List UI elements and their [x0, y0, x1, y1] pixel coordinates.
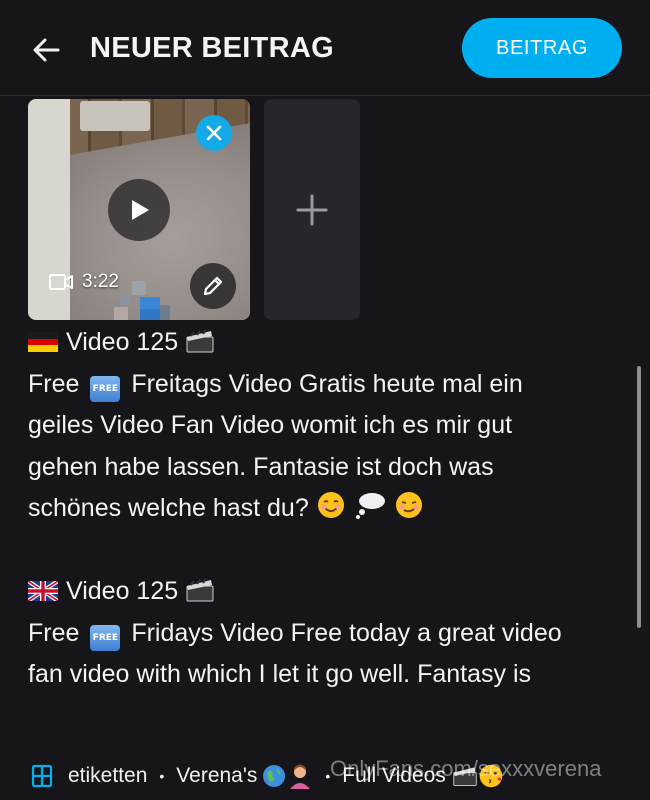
- top-bar: NEUER BEITRAG BEITRAG: [0, 0, 650, 96]
- watermark: OnlyFans.com/sexxxverena: [330, 756, 602, 781]
- plus-icon: [296, 194, 328, 225]
- remove-media-button[interactable]: [196, 115, 232, 151]
- separator-dot: •: [159, 768, 165, 784]
- play-icon: [132, 200, 149, 220]
- post-button[interactable]: BEITRAG: [462, 18, 622, 78]
- uk-flag-icon: [28, 581, 58, 601]
- page-title: NEUER BEITRAG: [90, 32, 334, 64]
- pixelation: [114, 307, 128, 320]
- post-line-5: schönes welche hast du?: [28, 494, 309, 522]
- pixelation: [132, 281, 146, 295]
- video-thumbnail[interactable]: 3:22: [28, 99, 250, 320]
- thumbnail-chair: [80, 101, 150, 131]
- edit-media-button[interactable]: [190, 263, 236, 309]
- text-line: Video 125: [28, 322, 608, 364]
- video-camera-icon: [49, 274, 73, 290]
- post-line-2a: Free: [28, 369, 80, 398]
- free-badge: FREE: [90, 624, 121, 651]
- free-badge: FREE: [90, 375, 121, 402]
- post-line-8b: Fridays Video Free today a great video: [131, 618, 562, 647]
- pixelation: [140, 297, 160, 309]
- text-line: schönes welche hast du?: [28, 488, 608, 530]
- post-line-1: Video 125: [66, 328, 179, 356]
- post-line-8a: Free: [28, 618, 80, 647]
- play-button[interactable]: [108, 179, 170, 241]
- tags-label[interactable]: etiketten: [68, 764, 147, 788]
- duration-text: 3:22: [82, 271, 119, 292]
- pencil-icon: [203, 276, 223, 296]
- post-text-input[interactable]: Video 125 Free FREE Freitags Video Grati…: [28, 322, 608, 720]
- post-line-4: gehen habe lassen. Fantasie ist doch was: [28, 452, 494, 481]
- app-screen: NEUER BEITRAG BEITRAG 3:22 Video 125 Fre…: [0, 0, 650, 800]
- text-line: Free FREE Fridays Video Free today a gre…: [28, 613, 608, 655]
- clapper-board-icon: [186, 578, 214, 602]
- tag-icon[interactable]: [30, 764, 54, 788]
- person-icon: [290, 764, 311, 789]
- post-line-2b: Freitags Video Gratis heute mal ein: [131, 369, 523, 398]
- tag-item[interactable]: Verena's: [176, 764, 257, 788]
- clapper-board-icon: [186, 329, 214, 353]
- text-line: Free FREE Freitags Video Gratis heute ma…: [28, 364, 608, 406]
- globe-icon: [263, 765, 286, 787]
- text-fade-overlay: [0, 688, 650, 738]
- arrow-left-icon: [33, 38, 60, 62]
- smiling-face-icon: [317, 492, 344, 518]
- relieved-face-icon: [395, 492, 422, 518]
- add-media-button[interactable]: [264, 99, 360, 320]
- close-icon: [206, 125, 222, 141]
- back-button[interactable]: [22, 26, 70, 74]
- video-duration: 3:22: [48, 271, 119, 293]
- pixelation: [120, 295, 130, 305]
- german-flag-icon: [28, 332, 58, 352]
- text-line: Video 125: [28, 571, 608, 613]
- pixelation: [160, 305, 170, 320]
- thought-balloon-icon: [355, 493, 385, 519]
- post-line-7: Video 125: [66, 577, 179, 605]
- pixelation: [140, 309, 160, 320]
- empty-line: [28, 530, 608, 572]
- label-list-icon: [31, 764, 53, 788]
- post-line-3: geiles Video Fan Video womit ich es mir …: [28, 411, 513, 439]
- scrollbar[interactable]: [637, 366, 641, 628]
